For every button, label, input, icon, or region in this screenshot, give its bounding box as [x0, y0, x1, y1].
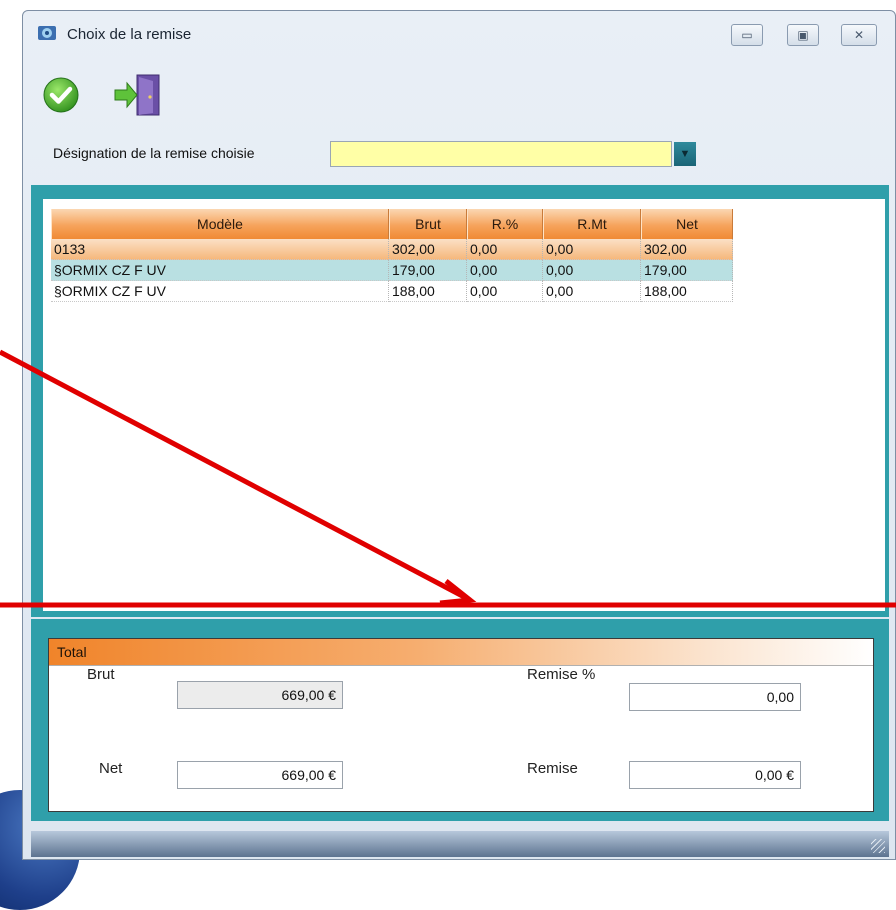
- column-header-net[interactable]: Net: [641, 209, 733, 239]
- cell-brut: 188,00: [389, 281, 467, 302]
- cell-brut: 302,00: [389, 239, 467, 260]
- column-header-modele[interactable]: Modèle: [51, 209, 389, 239]
- remise-field[interactable]: 0,00 €: [629, 761, 801, 789]
- grid-body: 0133 302,00 0,00 0,00 302,00 §ORMIX CZ F…: [51, 239, 733, 302]
- grid-header: Modèle Brut R.% R.Mt Net: [51, 209, 733, 239]
- remise-pct-label: Remise %: [527, 666, 596, 683]
- cell-brut: 179,00: [389, 260, 467, 281]
- designation-input[interactable]: [330, 141, 672, 167]
- designation-label: Désignation de la remise choisie: [53, 145, 255, 161]
- table-row[interactable]: 0133 302,00 0,00 0,00 302,00: [51, 239, 733, 260]
- column-header-remise-montant[interactable]: R.Mt: [543, 209, 641, 239]
- title-bar[interactable]: Choix de la remise ▭ ▣ ✕: [23, 11, 895, 57]
- discount-dialog: Choix de la remise ▭ ▣ ✕ Désignation de …: [22, 10, 896, 860]
- minimize-button[interactable]: ▭: [731, 24, 763, 46]
- brut-label: Brut: [87, 666, 115, 683]
- cell-net: 179,00: [641, 260, 733, 281]
- check-circle-icon[interactable]: [43, 77, 79, 113]
- brut-field: 669,00 €: [177, 681, 343, 709]
- window-title: Choix de la remise: [67, 26, 192, 43]
- cell-net: 188,00: [641, 281, 733, 302]
- cell-remise-pct: 0,00: [467, 281, 543, 302]
- net-label: Net: [99, 760, 123, 777]
- remise-pct-field[interactable]: 0,00: [629, 683, 801, 711]
- status-bar: [31, 831, 889, 857]
- column-header-remise-pct[interactable]: R.%: [467, 209, 543, 239]
- cell-remise-montant: 0,00: [543, 239, 641, 260]
- net-field[interactable]: 669,00 €: [177, 761, 343, 789]
- table-row[interactable]: §ORMIX CZ F UV 179,00 0,00 0,00 179,00: [51, 260, 733, 281]
- app-icon: [38, 26, 56, 40]
- column-header-brut[interactable]: Brut: [389, 209, 467, 239]
- resize-grip[interactable]: [871, 839, 885, 853]
- table-row[interactable]: §ORMIX CZ F UV 188,00 0,00 0,00 188,00: [51, 281, 733, 302]
- designation-dropdown-button[interactable]: ▼: [674, 142, 696, 166]
- cell-modele: §ORMIX CZ F UV: [51, 281, 389, 302]
- total-panel: Total Brut 669,00 € Net 669,00 € Remise …: [48, 638, 874, 812]
- cell-remise-montant: 0,00: [543, 260, 641, 281]
- cell-modele: 0133: [51, 239, 389, 260]
- cell-remise-montant: 0,00: [543, 281, 641, 302]
- remise-label: Remise: [527, 760, 578, 777]
- close-button[interactable]: ✕: [841, 24, 877, 46]
- maximize-button[interactable]: ▣: [787, 24, 819, 46]
- exit-door-icon[interactable]: [113, 73, 163, 117]
- total-header: Total: [49, 639, 873, 666]
- chevron-down-icon: ▼: [679, 148, 691, 160]
- cell-net: 302,00: [641, 239, 733, 260]
- cell-modele: §ORMIX CZ F UV: [51, 260, 389, 281]
- cell-remise-pct: 0,00: [467, 260, 543, 281]
- cell-remise-pct: 0,00: [467, 239, 543, 260]
